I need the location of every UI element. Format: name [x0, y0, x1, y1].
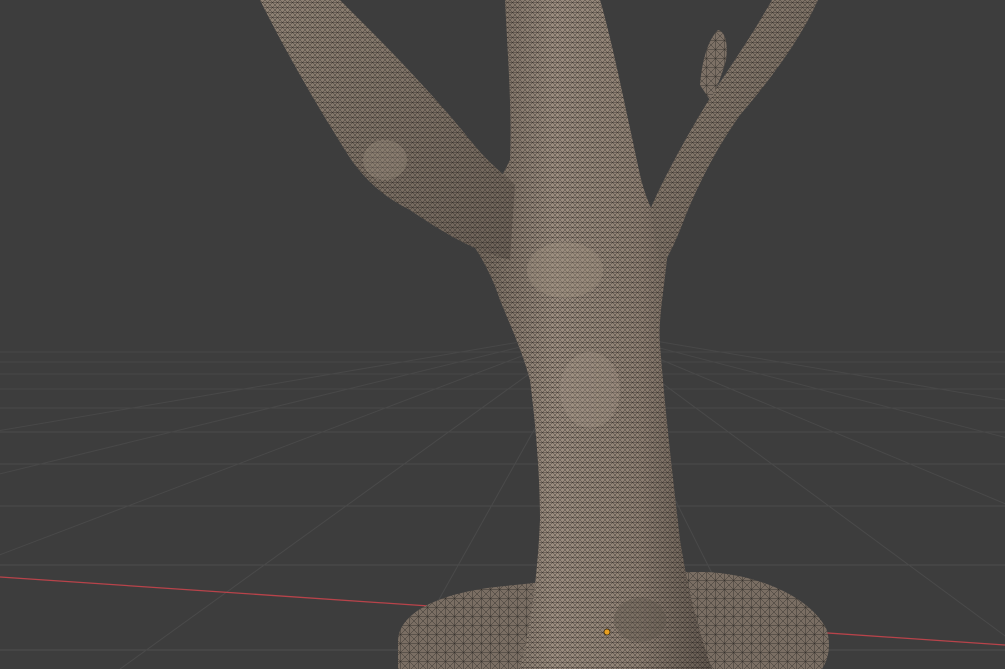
object-origin-dot[interactable] [603, 628, 611, 636]
viewport-canvas[interactable] [0, 0, 1005, 669]
tree-mesh[interactable] [260, 0, 829, 669]
3d-viewport[interactable] [0, 0, 1005, 669]
